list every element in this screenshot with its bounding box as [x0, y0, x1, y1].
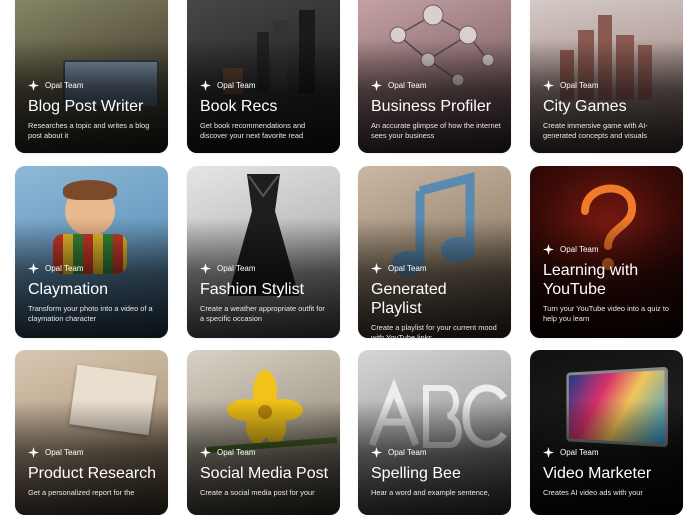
- sparkle-icon: [200, 80, 211, 91]
- card-description: Researches a topic and writes a blog pos…: [28, 121, 150, 140]
- card-author: Opal Team: [543, 244, 673, 255]
- sparkle-icon: [200, 447, 211, 458]
- card-author-name: Opal Team: [45, 81, 84, 90]
- card-author: Opal Team: [371, 263, 501, 274]
- sparkle-icon: [28, 80, 39, 91]
- card-author: Opal Team: [543, 80, 673, 91]
- card-title: Spelling Bee: [371, 465, 461, 482]
- card-description: Get a personalized report for the: [28, 488, 135, 497]
- card-title: Social Media Post: [200, 465, 329, 482]
- card-author: Opal Team: [28, 447, 158, 458]
- app-card-book-recs[interactable]: Opal Team Book Recs Get book recommendat…: [187, 0, 340, 153]
- card-title: Learning with YouTube: [543, 262, 639, 298]
- sparkle-icon: [200, 263, 211, 274]
- app-card-social-media-post[interactable]: Opal Team Social Media Post Create a soc…: [187, 350, 340, 515]
- card-author-name: Opal Team: [388, 448, 427, 457]
- card-description: Turn your YouTube video into a quiz to h…: [543, 304, 669, 323]
- card-author-name: Opal Team: [560, 81, 599, 90]
- card-description: Create a playlist for your current mood …: [371, 323, 497, 338]
- sparkle-icon: [543, 80, 554, 91]
- card-description: Create immersive game with AI-generated …: [543, 121, 648, 140]
- sparkle-icon: [28, 447, 39, 458]
- sparkle-icon: [371, 263, 382, 274]
- sparkle-icon: [371, 447, 382, 458]
- app-card-city-games[interactable]: Opal Team City Games Create immersive ga…: [530, 0, 683, 153]
- app-card-learning-with-youtube[interactable]: Opal Team Learning with YouTube Turn you…: [530, 166, 683, 338]
- card-author: Opal Team: [28, 80, 158, 91]
- app-card-fashion-stylist[interactable]: Opal Team Fashion Stylist Create a weath…: [187, 166, 340, 338]
- card-title: Book Recs: [200, 98, 278, 115]
- card-description: Creates AI video ads with your: [543, 488, 643, 497]
- card-title: Product Research: [28, 465, 157, 482]
- card-title: Video Marketer: [543, 465, 652, 482]
- card-title: Business Profiler: [371, 98, 492, 115]
- app-gallery-grid: Opal Team Blog Post Writer Researches a …: [0, 0, 695, 515]
- card-description: Create a weather appropriate outfit for …: [200, 304, 325, 323]
- sparkle-icon: [371, 80, 382, 91]
- card-author: Opal Team: [200, 447, 330, 458]
- sparkle-icon: [543, 244, 554, 255]
- card-author-name: Opal Team: [217, 81, 256, 90]
- card-description: An accurate glimpse of how the internet …: [371, 121, 501, 140]
- card-title: City Games: [543, 98, 627, 115]
- card-author: Opal Team: [28, 263, 158, 274]
- card-author-name: Opal Team: [45, 264, 84, 273]
- card-title: Blog Post Writer: [28, 98, 144, 115]
- app-card-generated-playlist[interactable]: Opal Team Generated Playlist Create a pl…: [358, 166, 511, 338]
- card-description: Create a social media post for your: [200, 488, 315, 497]
- card-author: Opal Team: [200, 80, 330, 91]
- sparkle-icon: [28, 263, 39, 274]
- card-author: Opal Team: [371, 80, 501, 91]
- card-author-name: Opal Team: [45, 448, 84, 457]
- card-author-name: Opal Team: [560, 448, 599, 457]
- card-author: Opal Team: [200, 263, 330, 274]
- card-author-name: Opal Team: [560, 245, 599, 254]
- card-author-name: Opal Team: [388, 81, 427, 90]
- card-author: Opal Team: [371, 447, 501, 458]
- sparkle-icon: [543, 447, 554, 458]
- app-card-product-research[interactable]: Opal Team Product Research Get a persona…: [15, 350, 168, 515]
- card-title: Fashion Stylist: [200, 281, 305, 298]
- card-author: Opal Team: [543, 447, 673, 458]
- card-author-name: Opal Team: [217, 448, 256, 457]
- app-card-video-marketer[interactable]: Opal Team Video Marketer Creates AI vide…: [530, 350, 683, 515]
- card-title: Generated Playlist: [371, 281, 447, 317]
- card-title: Claymation: [28, 281, 109, 298]
- app-card-business-profiler[interactable]: Opal Team Business Profiler An accurate …: [358, 0, 511, 153]
- card-author-name: Opal Team: [388, 264, 427, 273]
- app-card-blog-post-writer[interactable]: Opal Team Blog Post Writer Researches a …: [15, 0, 168, 153]
- app-card-spelling-bee[interactable]: Opal Team Spelling Bee Hear a word and e…: [358, 350, 511, 515]
- card-description: Transform your photo into a video of a c…: [28, 304, 153, 323]
- card-description: Get book recommendations and discover yo…: [200, 121, 306, 140]
- card-description: Hear a word and example sentence,: [371, 488, 490, 497]
- app-card-claymation[interactable]: Opal Team Claymation Transform your phot…: [15, 166, 168, 338]
- card-author-name: Opal Team: [217, 264, 256, 273]
